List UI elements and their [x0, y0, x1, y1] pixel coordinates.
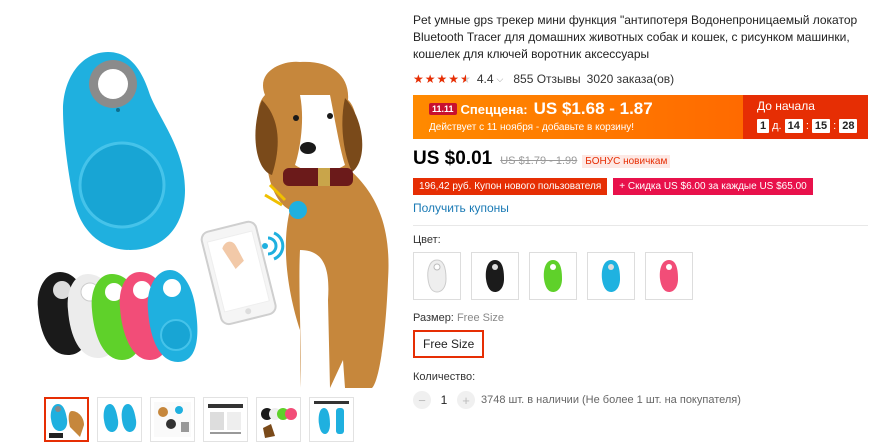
product-info: Pet умные gps трекер мини функция "антип… — [413, 12, 868, 409]
newcomer-bonus-badge: БОНУС новичкам — [582, 155, 671, 168]
countdown-label: До начала — [757, 99, 815, 113]
size-label: Размер: Free Size — [413, 312, 868, 324]
get-coupons-link[interactable]: Получить купоны — [413, 201, 868, 215]
orders-count: 3020 заказа(ов) — [586, 72, 675, 86]
sale-event-badge: 11.11 — [429, 103, 457, 115]
thumbnail-6[interactable] — [309, 397, 354, 442]
countdown-separator: : — [833, 120, 837, 132]
sale-banner: 11.11 Спеццена: US $1.68 - 1.87 Действуе… — [413, 95, 868, 139]
rating-stars: ★ ★ ★ ★ ★ — [413, 73, 471, 85]
sale-price-panel: 11.11 Спеццена: US $1.68 - 1.87 Действуе… — [413, 95, 743, 139]
half-star-icon: ★ — [460, 72, 471, 86]
divider — [413, 225, 868, 226]
size-option-free[interactable]: Free Size — [413, 330, 485, 358]
thumbnail-3[interactable] — [150, 397, 195, 442]
main-product-image[interactable] — [0, 0, 400, 390]
countdown-seconds: 28 — [839, 119, 858, 133]
quantity-increase-button[interactable]: + — [457, 391, 475, 409]
sale-subtitle: Действует с 11 ноября - добавьте в корзи… — [429, 122, 635, 133]
countdown-panel: До начала 1 д. 14 : 15 : 28 — [743, 95, 868, 139]
color-option-pink[interactable] — [645, 252, 693, 300]
thumbnail-strip — [44, 397, 354, 442]
original-price: US $1.79 - 1.99 — [500, 155, 578, 167]
star-icon: ★ — [436, 72, 448, 86]
coupon-row: 196,42 руб. Купон нового пользователя + … — [413, 178, 868, 195]
store-discount-coupon[interactable]: + Скидка US $6.00 за каждые US $65.00 — [613, 178, 813, 195]
quantity-label: Количество: — [413, 371, 476, 383]
new-user-coupon[interactable]: 196,42 руб. Купон нового пользователя — [413, 178, 608, 195]
rating-row: ★ ★ ★ ★ ★ 4.4 ⌵ 855 Отзывы 3020 заказа(о… — [413, 71, 868, 87]
star-icon: ★ — [448, 72, 460, 86]
stock-info: 3748 шт. в наличии (Не более 1 шт. на по… — [481, 394, 741, 406]
thumbnail-5[interactable] — [256, 397, 301, 442]
countdown-hours: 14 — [784, 119, 803, 133]
reviews-link[interactable]: 855 Отзывы — [513, 72, 580, 86]
color-options — [413, 252, 868, 300]
star-icon: ★ — [413, 72, 424, 86]
sale-label: Спеццена: — [460, 101, 528, 117]
color-label: Цвет: — [413, 234, 441, 246]
color-option-green[interactable] — [529, 252, 577, 300]
countdown-minutes: 15 — [811, 119, 831, 133]
countdown-days: 1 — [757, 119, 770, 133]
countdown-timer: 1 д. 14 : 15 : 28 — [757, 119, 868, 133]
product-gallery — [0, 0, 400, 446]
thumbnail-4[interactable] — [203, 397, 248, 442]
size-selected-value: Free Size — [456, 312, 505, 324]
size-label-text: Размер: — [413, 312, 454, 324]
rating-value[interactable]: 4.4 — [477, 72, 494, 86]
countdown-days-unit: д. — [772, 120, 782, 132]
product-title: Pet умные gps трекер мини функция "антип… — [413, 13, 858, 61]
star-icon: ★ — [424, 72, 436, 86]
thumbnail-1[interactable] — [44, 397, 89, 442]
color-option-black[interactable] — [471, 252, 519, 300]
color-option-blue[interactable] — [587, 252, 635, 300]
chevron-down-icon[interactable]: ⌵ — [497, 74, 504, 85]
price-row: US $0.01 US $1.79 - 1.99 БОНУС новичкам — [413, 148, 868, 170]
current-price: US $0.01 — [413, 148, 493, 169]
color-option-white[interactable] — [413, 252, 461, 300]
countdown-separator: : — [805, 120, 809, 132]
quantity-decrease-button[interactable]: − — [413, 391, 431, 409]
quantity-input[interactable]: 1 — [431, 393, 457, 407]
sale-price: US $1.68 - 1.87 — [533, 99, 653, 118]
thumbnail-2[interactable] — [97, 397, 142, 442]
quantity-stepper: − 1 + 3748 шт. в наличии (Не более 1 шт.… — [413, 391, 868, 409]
